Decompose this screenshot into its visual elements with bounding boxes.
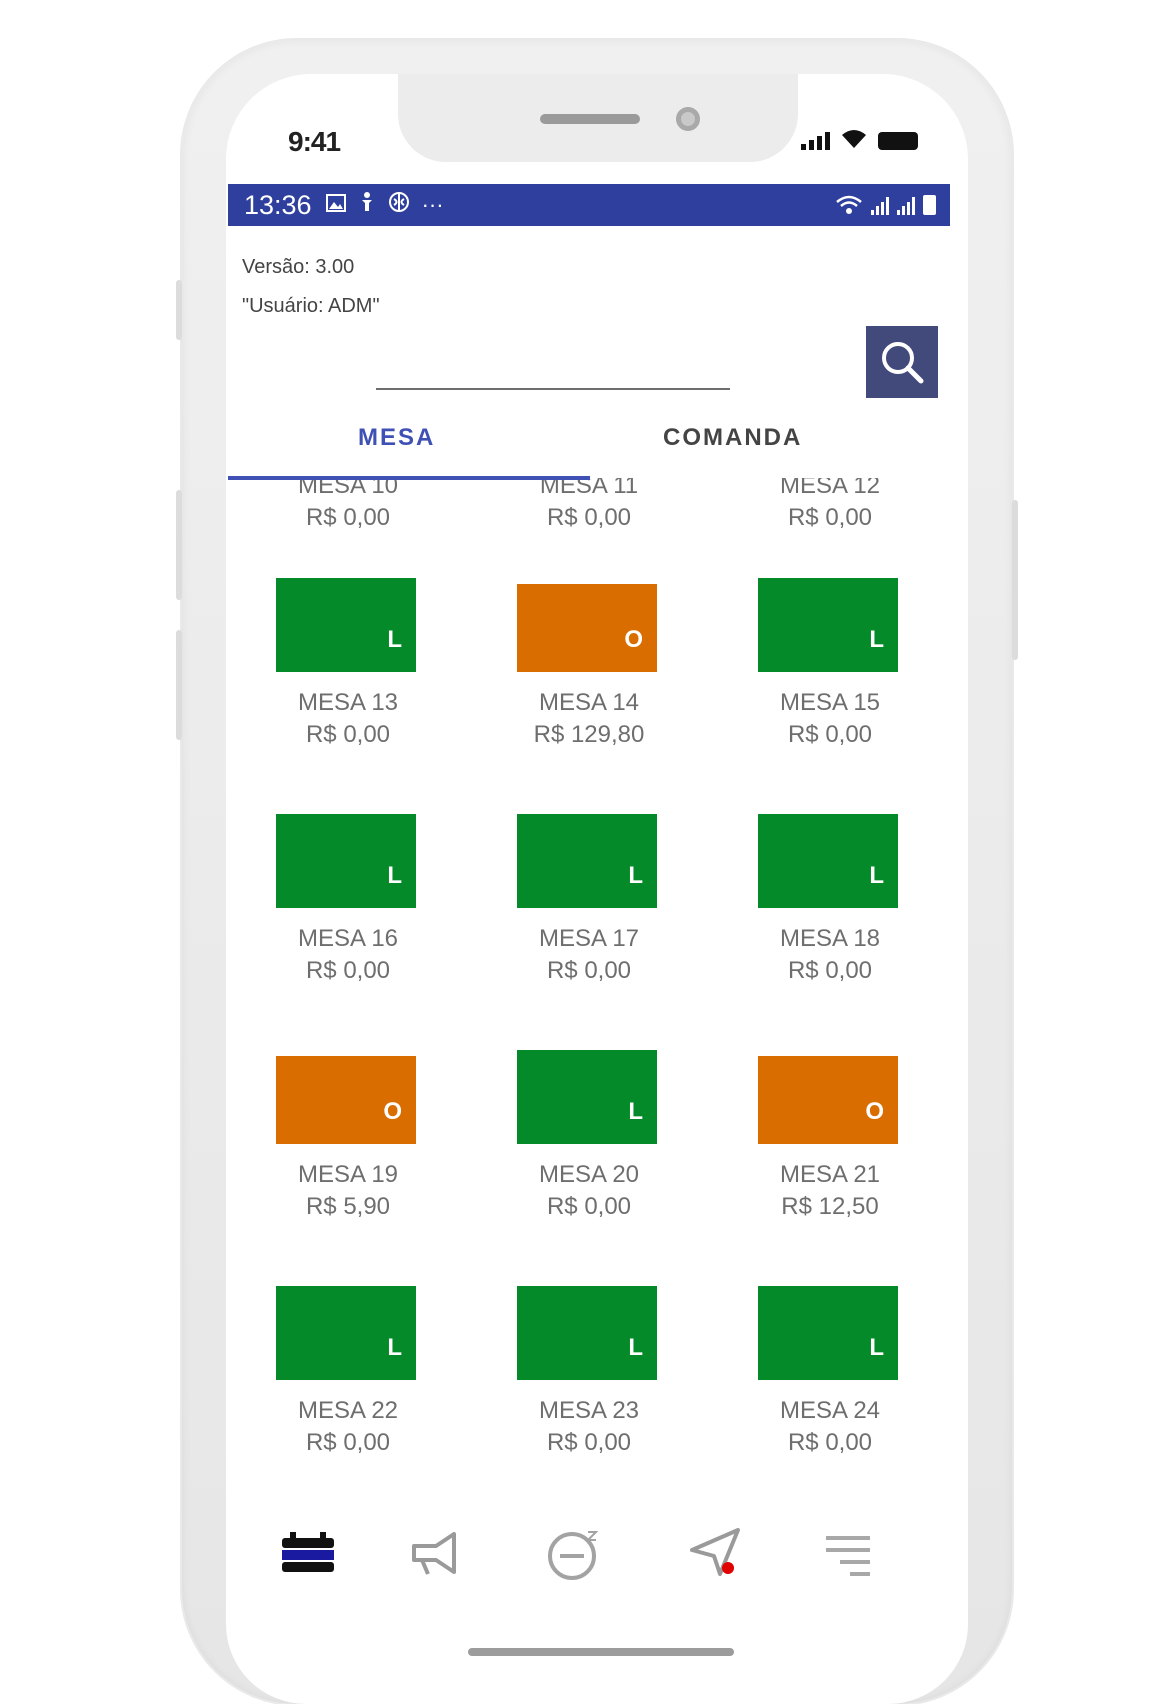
search-icon — [882, 342, 924, 384]
table-name: MESA 22 — [297, 1397, 399, 1424]
android-battery-icon — [923, 195, 936, 215]
list-item: MESA 17 R$ 0,00 — [469, 923, 709, 987]
table-amount: R$ 0,00 — [305, 1429, 391, 1456]
table-amount: R$ 5,90 — [305, 1193, 391, 1220]
table-amount: R$ 0,00 — [546, 1429, 632, 1456]
table-status-tile[interactable]: O — [276, 1056, 416, 1144]
list-item[interactable]: MESA 10 R$ 0,00 — [228, 478, 468, 534]
table-name: MESA 13 — [297, 689, 399, 716]
table-amount: R$ 0,00 — [787, 1429, 873, 1456]
table-status-tile[interactable]: L — [517, 814, 657, 908]
table-status-tile[interactable]: L — [276, 578, 416, 672]
tables-grid: MESA 10 R$ 0,00 MESA 11 R$ 0,00 MESA 12 … — [228, 478, 950, 1498]
table-status-tile[interactable]: L — [276, 814, 416, 908]
accessibility-notification-icon — [358, 191, 376, 219]
list-item: MESA 24 R$ 0,00 — [710, 1395, 950, 1457]
table-name: MESA 11 — [539, 478, 639, 499]
search-button[interactable] — [866, 326, 938, 398]
ios-status-icons — [801, 128, 918, 150]
menu-icon[interactable] — [818, 1524, 878, 1584]
table-amount: R$ 0,00 — [546, 504, 632, 531]
signal-icon — [801, 128, 830, 150]
table-amount: R$ 0,00 — [787, 957, 873, 984]
android-clock: 13:36 — [244, 189, 312, 220]
timer-icon[interactable] — [544, 1524, 604, 1584]
table-status-tile[interactable]: L — [276, 1286, 416, 1380]
table-amount: R$ 0,00 — [546, 957, 632, 984]
list-item: MESA 21 R$ 12,50 — [710, 1159, 950, 1223]
table-name: MESA 18 — [779, 925, 881, 952]
table-name: MESA 23 — [538, 1397, 640, 1424]
table-name: MESA 10 — [297, 478, 399, 499]
table-amount: R$ 0,00 — [787, 504, 873, 531]
battery-icon — [878, 132, 918, 150]
send-icon[interactable] — [686, 1524, 746, 1584]
front-camera — [676, 107, 700, 131]
home-indicator[interactable] — [468, 1648, 734, 1656]
list-item: MESA 20 R$ 0,00 — [469, 1159, 709, 1223]
android-signal-icon — [871, 195, 889, 215]
list-item: MESA 23 R$ 0,00 — [469, 1395, 709, 1457]
table-name: MESA 20 — [538, 1161, 640, 1188]
table-amount: R$ 0,00 — [546, 1193, 632, 1220]
table-name: MESA 21 — [779, 1161, 881, 1188]
phone-side-button — [1012, 500, 1018, 660]
android-status-bar: 13:36 ··· — [228, 184, 950, 226]
list-item: MESA 19 R$ 5,90 — [228, 1159, 468, 1223]
table-amount: R$ 12,50 — [781, 1193, 879, 1220]
wifi-icon — [842, 130, 866, 148]
table-amount: R$ 0,00 — [787, 721, 873, 748]
megaphone-icon[interactable] — [406, 1524, 466, 1584]
phone-side-button — [176, 630, 182, 740]
table-amount: R$ 129,80 — [533, 721, 645, 748]
list-item: MESA 16 R$ 0,00 — [228, 923, 468, 987]
table-status-tile[interactable]: L — [758, 578, 898, 672]
android-wifi-icon — [836, 195, 862, 214]
bottom-navigation — [228, 1524, 950, 1614]
app-version: Versão: 3.00 — [242, 256, 355, 278]
table-name: MESA 14 — [538, 689, 640, 716]
table-name: MESA 15 — [779, 689, 881, 716]
table-amount: R$ 0,00 — [305, 504, 391, 531]
speaker — [540, 114, 640, 124]
table-name: MESA 24 — [779, 1397, 881, 1424]
table-status-tile[interactable]: O — [517, 584, 657, 672]
tab-mesa[interactable]: MESA — [358, 424, 435, 452]
phone-side-button — [176, 490, 182, 600]
table-name: MESA 12 — [779, 478, 881, 499]
list-item[interactable]: MESA 11 R$ 0,00 — [469, 478, 709, 534]
android-signal-icon — [897, 195, 915, 215]
table-amount: R$ 0,00 — [305, 957, 391, 984]
phone-screen: 9:41 13:36 ··· Versão: 3.00 "Usuário: AD… — [226, 74, 968, 1704]
list-item: MESA 14 R$ 129,80 — [469, 687, 709, 751]
phone-notch — [398, 74, 798, 162]
ios-clock: 9:41 — [288, 126, 341, 157]
phone-frame: 9:41 13:36 ··· Versão: 3.00 "Usuário: AD… — [176, 40, 1018, 1704]
table-status-tile[interactable]: L — [758, 814, 898, 908]
current-user: "Usuário: ADM" — [242, 295, 380, 317]
list-item: MESA 13 R$ 0,00 — [228, 687, 468, 751]
image-notification-icon — [325, 192, 346, 218]
list-item: MESA 18 R$ 0,00 — [710, 923, 950, 987]
table-name: MESA 16 — [297, 925, 399, 952]
phone-side-button — [176, 280, 182, 340]
table-name: MESA 19 — [297, 1161, 399, 1188]
table-status-tile[interactable]: L — [758, 1286, 898, 1380]
list-item: MESA 22 R$ 0,00 — [228, 1395, 468, 1457]
app-screenshot: 9:41 13:36 ··· Versão: 3.00 "Usuário: AD… — [0, 0, 1149, 1704]
more-notifications-icon: ··· — [421, 192, 444, 217]
table-status-tile[interactable]: L — [517, 1286, 657, 1380]
list-item: MESA 15 R$ 0,00 — [710, 687, 950, 751]
table-status-tile[interactable]: L — [517, 1050, 657, 1144]
list-item[interactable]: MESA 12 R$ 0,00 — [710, 478, 950, 534]
table-name: MESA 17 — [538, 925, 640, 952]
table-status-tile[interactable]: O — [758, 1056, 898, 1144]
notification-dot — [722, 1562, 734, 1574]
table-amount: R$ 0,00 — [305, 721, 391, 748]
brain-notification-icon — [388, 191, 410, 219]
tab-indicator — [228, 476, 590, 480]
search-input[interactable] — [376, 388, 730, 390]
tables-icon[interactable] — [278, 1524, 338, 1584]
tab-comanda[interactable]: COMANDA — [663, 424, 802, 452]
